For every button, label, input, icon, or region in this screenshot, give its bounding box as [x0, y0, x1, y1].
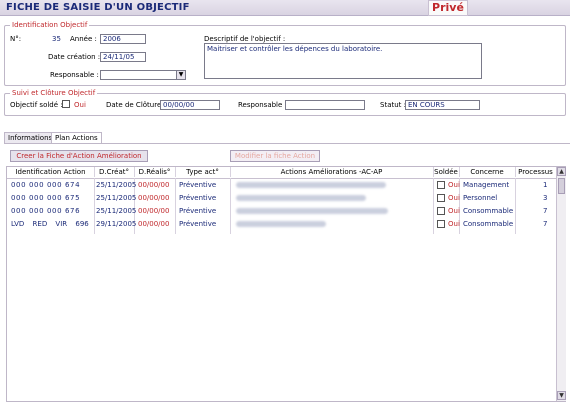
soldee-oui: Oui	[448, 181, 460, 189]
creation-date: 25/11/2005	[96, 181, 137, 189]
header-date-creation[interactable]: D.Créat°	[94, 168, 134, 178]
table-row[interactable]: 000 000 000 676 25/11/2005 00/00/00 Prév…	[7, 205, 556, 218]
suivi-responsable-input[interactable]	[285, 100, 365, 110]
action-type: Préventive	[179, 181, 217, 189]
header-identification[interactable]: Identification Action	[7, 168, 94, 178]
chevron-down-icon[interactable]: ▼	[176, 71, 185, 79]
concerne: Management	[463, 181, 510, 189]
scroll-up-icon[interactable]: ▲	[557, 167, 566, 176]
soldee-checkbox[interactable]	[437, 207, 445, 215]
redacted-text	[236, 221, 326, 227]
creation-date-label: Date création :	[48, 53, 101, 61]
soldee-oui: Oui	[448, 220, 460, 228]
col-separator	[230, 167, 231, 177]
table-row[interactable]: 000 000 000 674 25/11/2005 00/00/00 Prév…	[7, 179, 556, 192]
header-soldee[interactable]: Soldée	[433, 168, 459, 178]
soldee-oui: Oui	[448, 207, 460, 215]
year-label: Année :	[70, 35, 97, 43]
col-separator	[433, 167, 434, 177]
creation-date-input[interactable]: 24/11/05	[100, 52, 146, 62]
suivi-legend: Suivi et Clôture Objectif	[10, 89, 98, 97]
soldee-checkbox[interactable]	[437, 194, 445, 202]
realisation-date: 00/00/00	[138, 181, 170, 189]
col-separator	[459, 167, 460, 177]
table-row[interactable]: 000 000 000 675 25/11/2005 00/00/00 Prév…	[7, 192, 556, 205]
redacted-text	[236, 182, 386, 188]
action-type: Préventive	[179, 220, 217, 228]
concerne: Consommable	[463, 220, 514, 228]
responsable-label: Responsable :	[50, 71, 99, 79]
soldee-oui: Oui	[448, 194, 460, 202]
col-separator	[515, 167, 516, 177]
creation-date: 25/11/2005	[96, 207, 137, 215]
soldee-checkbox[interactable]	[437, 220, 445, 228]
processus: 3	[543, 194, 548, 202]
descriptif-label: Descriptif de l'objectif :	[204, 35, 286, 43]
tab-divider	[4, 143, 570, 144]
objectif-solde-oui: Oui	[74, 101, 86, 109]
action-id: 000 000 000 675	[11, 194, 81, 202]
scroll-down-icon[interactable]: ▼	[557, 391, 566, 400]
actions-table: Identification Action D.Créat° D.Réalis°…	[6, 166, 566, 402]
header-processus[interactable]: Processus	[515, 168, 556, 178]
descriptif-textarea[interactable]: Maitriser et contrôler les dépences du l…	[204, 43, 482, 79]
modify-action-button[interactable]: Modifier la fiche Action	[230, 150, 320, 162]
redacted-text	[236, 208, 388, 214]
page-title: FICHE DE SAISIE D'UN OBJECTIF	[6, 2, 190, 13]
responsable-select[interactable]	[100, 70, 186, 80]
number-value: 35	[52, 35, 61, 43]
concerne: Personnel	[463, 194, 498, 202]
cloture-date-label: Date de Clôture:	[106, 101, 164, 109]
action-id: 000 000 000 674	[11, 181, 81, 189]
processus: 1	[543, 181, 548, 189]
suivi-responsable-label: Responsable :	[238, 101, 287, 109]
identification-legend: Identification Objectif	[10, 21, 90, 29]
number-label: N°:	[10, 35, 22, 43]
action-id: LVD RED VIR 696	[11, 220, 89, 228]
header-type-action[interactable]: Type act°	[175, 168, 230, 178]
redacted-text	[236, 195, 366, 201]
processus: 7	[543, 220, 548, 228]
processus: 7	[543, 207, 548, 215]
action-type: Préventive	[179, 207, 217, 215]
objectif-solde-checkbox[interactable]	[62, 100, 70, 108]
create-action-button[interactable]: Creer la Fiche d'Action Amélioration	[10, 150, 148, 162]
col-separator	[94, 167, 95, 177]
statut-label: Statut :	[380, 101, 406, 109]
year-input[interactable]: 2006	[100, 34, 146, 44]
concerne: Consommable	[463, 207, 514, 215]
prive-badge[interactable]: Privé	[428, 0, 468, 16]
realisation-date: 00/00/00	[138, 194, 170, 202]
header-date-realisation[interactable]: D.Réalis°	[134, 168, 175, 178]
creation-date: 25/11/2005	[96, 194, 137, 202]
col-separator	[134, 167, 135, 177]
scroll-thumb[interactable]	[558, 178, 565, 194]
table-row[interactable]: LVD RED VIR 696 29/11/2005 00/00/00 Prév…	[7, 218, 556, 231]
title-bar: FICHE DE SAISIE D'UN OBJECTIF Privé	[0, 0, 570, 16]
soldee-checkbox[interactable]	[437, 181, 445, 189]
realisation-date: 00/00/00	[138, 207, 170, 215]
cloture-date-input[interactable]: 00/00/00	[160, 100, 220, 110]
realisation-date: 00/00/00	[138, 220, 170, 228]
action-id: 000 000 000 676	[11, 207, 81, 215]
vertical-scrollbar[interactable]: ▲ ▼	[556, 167, 566, 401]
col-separator	[175, 167, 176, 177]
statut-input[interactable]: EN COURS	[405, 100, 480, 110]
objectif-solde-label: Objectif soldé :	[10, 101, 63, 109]
header-actions-ameliorations[interactable]: Actions Améliorations -AC-AP	[230, 168, 433, 178]
action-type: Préventive	[179, 194, 217, 202]
header-concerne[interactable]: Concerne	[459, 168, 515, 178]
creation-date: 29/11/2005	[96, 220, 137, 228]
